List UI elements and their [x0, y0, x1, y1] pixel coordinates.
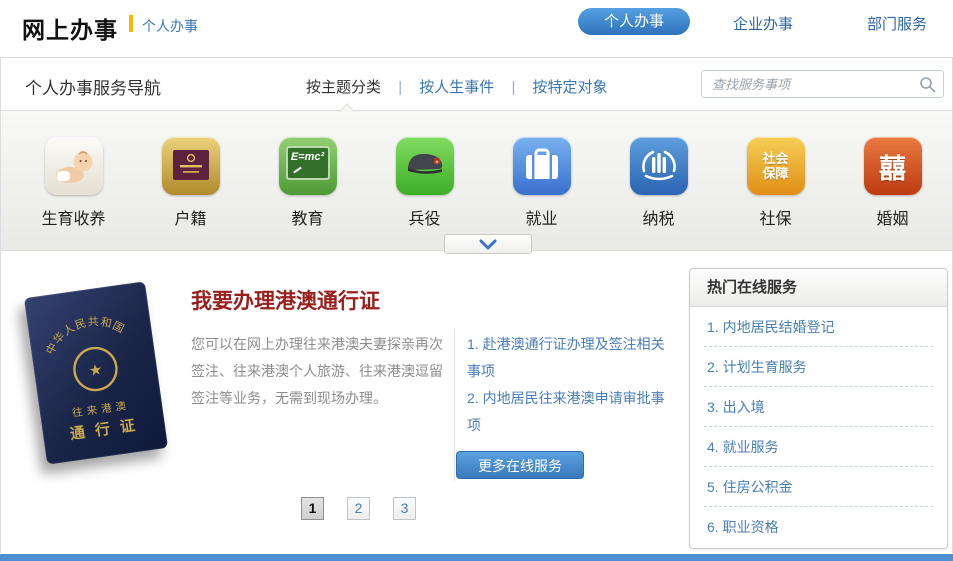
category-social-security[interactable]: 社会保障 社保 — [717, 137, 834, 250]
category-label: 生育收养 — [15, 205, 132, 229]
category-household-register[interactable]: 户籍 — [132, 137, 249, 250]
vertical-divider — [454, 329, 455, 481]
nav-title: 个人办事服务导航 — [25, 74, 161, 99]
briefcase-icon — [513, 137, 571, 195]
household-register-icon — [162, 137, 220, 195]
page-button-3[interactable]: 3 — [393, 497, 416, 520]
bottom-accent-bar — [0, 554, 953, 561]
search-icon[interactable] — [919, 76, 936, 93]
active-tab-caret — [338, 103, 356, 112]
content-container: 个人办事服务导航 按主题分类 | 按人生事件 | 按特定对象 — [0, 57, 953, 553]
hot-services-panel: 热门在线服务 1. 内地居民结婚登记 2. 计划生育服务 3. 出入境 4. 就… — [689, 268, 948, 549]
online-services-page: 网上办事 个人办事 个人办事 企业办事 部门服务 个人办事服务导航 按主题分类 … — [0, 0, 953, 561]
more-online-services-button[interactable]: 更多在线服务 — [456, 451, 584, 479]
category-strip: 生育收养 户籍 E=mc² — [1, 110, 952, 251]
hot-service-link-6[interactable]: 6. 职业资格 — [704, 507, 933, 547]
header: 网上办事 个人办事 个人办事 企业办事 部门服务 — [0, 0, 953, 57]
hot-service-link-1[interactable]: 1. 内地居民结婚登记 — [704, 307, 933, 347]
page-button-1[interactable]: 1 — [301, 497, 324, 520]
category-label: 户籍 — [132, 205, 249, 229]
hot-service-link-2[interactable]: 2. 计划生育服务 — [704, 347, 933, 387]
tab-enterprise-services[interactable]: 企业办事 — [733, 13, 793, 34]
category-label: 兵役 — [366, 205, 483, 229]
baby-icon — [45, 137, 103, 195]
service-search-box — [701, 70, 944, 98]
tab-department-services[interactable]: 部门服务 — [867, 13, 927, 34]
tab-personal-services[interactable]: 个人办事 — [578, 8, 690, 35]
feature-description: 您可以在网上办理往来港澳夫妻探亲再次签注、往来港澳个人旅游、往来港澳逗留签注等业… — [191, 331, 449, 412]
tab-by-target-group[interactable]: 按特定对象 — [533, 76, 608, 97]
passport-image: 中华人民共和国 ★ 往来港澳 通 行 证 — [21, 283, 181, 475]
current-section-label: 个人办事 — [142, 16, 198, 36]
site-title: 网上办事 — [22, 11, 118, 45]
hot-services-title: 热门在线服务 — [690, 269, 947, 307]
tab-by-life-event[interactable]: 按人生事件 — [419, 76, 494, 97]
category-label: 社保 — [717, 205, 834, 229]
category-label: 教育 — [249, 205, 366, 229]
carousel-pagination: 1 2 3 — [301, 497, 416, 520]
double-happiness-glyph: 囍 — [864, 137, 922, 195]
feature-link-2[interactable]: 2. 内地居民往来港澳申请审批事项 — [467, 385, 677, 439]
formula-text: E=mc² — [279, 151, 337, 163]
military-beret-icon: ★ — [396, 137, 454, 195]
category-marriage[interactable]: 囍 婚姻 — [834, 137, 951, 250]
passport-line1: 往来港澳 — [71, 399, 130, 420]
social-security-icon-text: 社会保障 — [761, 151, 791, 181]
category-tax[interactable]: 纳税 — [600, 137, 717, 250]
category-label: 婚姻 — [834, 205, 951, 229]
double-happiness-icon: 囍 — [864, 137, 922, 195]
feature-links: 1. 赴港澳通行证办理及签注相关事项 2. 内地居民往来港澳申请审批事项 — [467, 331, 677, 439]
hot-service-link-4[interactable]: 4. 就业服务 — [704, 427, 933, 467]
svg-text:★: ★ — [434, 160, 439, 166]
passport-line2: 通 行 证 — [69, 416, 139, 443]
tab-divider: | — [398, 79, 402, 96]
hot-service-link-5[interactable]: 5. 住房公积金 — [704, 467, 933, 507]
tab-divider: | — [511, 79, 515, 96]
feature-link-1[interactable]: 1. 赴港澳通行证办理及签注相关事项 — [467, 331, 677, 385]
chevron-down-icon — [475, 239, 501, 251]
category-label: 就业 — [483, 205, 600, 229]
tax-emblem-icon — [630, 137, 688, 195]
feature-title: 我要办理港澳通行证 — [191, 285, 380, 315]
service-nav-bar: 个人办事服务导航 按主题分类 | 按人生事件 | 按特定对象 — [1, 58, 952, 110]
blackboard-icon: E=mc² — [279, 137, 337, 195]
search-input[interactable] — [702, 71, 914, 97]
title-divider-bar — [129, 15, 133, 32]
category-birth-adoption[interactable]: 生育收养 — [15, 137, 132, 250]
category-education[interactable]: E=mc² 教育 — [249, 137, 366, 250]
category-label: 纳税 — [600, 205, 717, 229]
nav-tabs: 按主题分类 | 按人生事件 | 按特定对象 — [306, 76, 608, 97]
social-security-icon: 社会保障 — [747, 137, 805, 195]
passport-emblem-star: ★ — [88, 361, 104, 380]
hot-service-link-3[interactable]: 3. 出入境 — [704, 387, 933, 427]
collapse-strip-button[interactable] — [444, 234, 532, 254]
promo-area: 中华人民共和国 ★ 往来港澳 通 行 证 我要办理港澳通行证 您可以在网上办理往… — [1, 251, 952, 553]
tab-by-theme[interactable]: 按主题分类 — [306, 76, 381, 97]
page-button-2[interactable]: 2 — [347, 497, 370, 520]
